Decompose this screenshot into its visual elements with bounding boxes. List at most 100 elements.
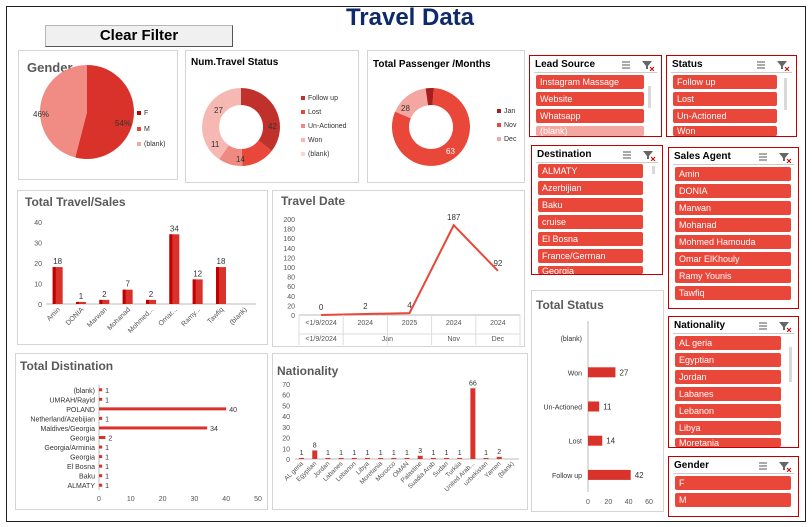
- destination-bar[interactable]: [99, 455, 103, 459]
- status-bar[interactable]: [588, 401, 600, 412]
- nationality-bar[interactable]: [457, 457, 463, 459]
- slicer-item[interactable]: France/Gerrnan: [538, 249, 643, 263]
- travel-date-card[interactable]: Travel Date 200 180 160 140 120 100 80 60 40 20 0 0…: [272, 190, 525, 347]
- sales-bar-shade[interactable]: [99, 299, 103, 304]
- slicer-item[interactable]: AL geria: [675, 336, 781, 350]
- nationality-bar[interactable]: [299, 457, 305, 459]
- gender-slicer[interactable]: Gender F M: [668, 456, 799, 517]
- slicer-item[interactable]: Georgia: [538, 266, 643, 274]
- slicer-item[interactable]: M: [675, 493, 791, 507]
- total-status-card[interactable]: Total Status (blank) Won 27 Un-Actioned 11 Lo…: [531, 290, 664, 512]
- sales-bar-shade[interactable]: [192, 279, 196, 304]
- slicer-item[interactable]: Baku: [538, 198, 643, 212]
- passenger-card[interactable]: Total Passenger /Months 63 28 Jan Nov De…: [367, 50, 525, 183]
- slicer-scrollbar[interactable]: [648, 86, 651, 108]
- multi-select-icon[interactable]: [755, 59, 791, 71]
- slicer-item[interactable]: Egyptian: [675, 353, 781, 367]
- legend-swatch-blank: [137, 142, 141, 146]
- slicer-item[interactable]: Labanes: [675, 387, 781, 401]
- slicer-item[interactable]: cruise: [538, 215, 643, 229]
- slicer-item[interactable]: Amin: [675, 167, 791, 181]
- clear-filter-button[interactable]: Clear Filter: [45, 25, 233, 47]
- slicer-item[interactable]: Mohanad: [675, 218, 791, 232]
- sales-bar-shade[interactable]: [52, 267, 56, 304]
- status-bar[interactable]: [588, 367, 616, 378]
- sales-bar-shade[interactable]: [146, 299, 149, 304]
- slicer-item[interactable]: Jordan: [675, 370, 781, 384]
- y-tick-label: 40: [287, 294, 295, 301]
- sales-bar-shade[interactable]: [216, 267, 219, 304]
- sales-bar-shade[interactable]: [122, 289, 126, 304]
- nationality-bar[interactable]: [364, 457, 370, 459]
- multi-select-icon[interactable]: [621, 149, 657, 161]
- slicer-item[interactable]: ALMATY: [538, 164, 643, 178]
- slicer-item[interactable]: Libya: [675, 421, 781, 435]
- destination-bar[interactable]: [99, 407, 227, 411]
- multi-select-icon[interactable]: [757, 320, 793, 332]
- slicer-item[interactable]: (blank): [536, 126, 644, 136]
- slicer-item[interactable]: Whatsapp: [536, 109, 644, 123]
- destination-slicer[interactable]: Destination ALMATY Azerbijian Baku cruis…: [531, 145, 663, 275]
- slicer-scrollbar[interactable]: [652, 166, 655, 174]
- slicer-scrollbar[interactable]: [784, 78, 787, 110]
- destination-bar[interactable]: [99, 388, 103, 392]
- sales-bar-shade[interactable]: [76, 301, 79, 304]
- slicer-item[interactable]: El Bosna: [538, 232, 643, 246]
- travel-status-card[interactable]: Num.Travel Status 42 14 11 27 Follow up …: [185, 50, 359, 183]
- destination-bar[interactable]: [99, 436, 106, 439]
- slicer-item[interactable]: Mohmed Hamouda: [675, 235, 791, 249]
- destination-chart-card[interactable]: Total Distination (blank) 1 UMRAH/Rayid 1 PO…: [15, 353, 268, 510]
- nationality-bar[interactable]: [391, 457, 397, 459]
- slicer-item[interactable]: Ramy Younis: [675, 269, 791, 283]
- slicer-item[interactable]: Omar ElKhouly: [675, 252, 791, 266]
- nationality-bar[interactable]: [351, 457, 357, 459]
- multi-select-icon[interactable]: [757, 151, 793, 163]
- slicer-item[interactable]: Azerbijian: [538, 181, 643, 195]
- destination-bar[interactable]: [99, 416, 103, 420]
- nationality-bar[interactable]: [483, 457, 489, 459]
- status-bar[interactable]: [588, 435, 603, 446]
- slicer-item[interactable]: F: [675, 476, 791, 490]
- destination-bar[interactable]: [99, 426, 208, 430]
- donut-slice-follow-up[interactable]: [241, 88, 280, 151]
- nationality-chart-card[interactable]: Nationality 70 60 50 40 30 20 10 0 1 AL geria 8 Egy…: [272, 353, 528, 510]
- nationality-bar[interactable]: [312, 450, 318, 459]
- slicer-scrollbar[interactable]: [789, 347, 792, 382]
- gender-chart-card[interactable]: Gender 54% 46% F M (blank): [18, 50, 178, 180]
- nationality-bar[interactable]: [496, 456, 502, 459]
- slicer-item[interactable]: Instagram Massage: [536, 75, 644, 89]
- slicer-item[interactable]: Follow up: [673, 75, 777, 89]
- nationality-bar[interactable]: [325, 457, 331, 459]
- destination-bar[interactable]: [99, 464, 103, 468]
- slicer-item[interactable]: Won: [673, 126, 777, 136]
- nationality-bar[interactable]: [404, 457, 410, 459]
- multi-select-icon[interactable]: [757, 460, 793, 472]
- lead-source-slicer[interactable]: Lead Source Instagram Massage Website Wh…: [529, 55, 662, 137]
- slicer-item[interactable]: DONIA: [675, 184, 791, 198]
- slicer-item[interactable]: Un-Actioned: [673, 109, 777, 123]
- slicer-item[interactable]: Moretania: [675, 438, 781, 447]
- slicer-item[interactable]: Tawfiq: [675, 286, 791, 300]
- nationality-bar[interactable]: [338, 457, 344, 459]
- destination-bar[interactable]: [99, 397, 103, 401]
- sales-bar-shade[interactable]: [169, 234, 173, 304]
- status-slicer[interactable]: Status Follow up Lost Un-Actioned Won: [666, 55, 797, 137]
- nationality-slicer[interactable]: Nationality AL geria Egyptian Jordan Lab…: [668, 316, 799, 448]
- nationality-bar[interactable]: [378, 457, 384, 459]
- destination-bar[interactable]: [99, 474, 103, 478]
- slicer-item[interactable]: Marwan: [675, 201, 791, 215]
- slicer-item[interactable]: Website: [536, 92, 644, 106]
- nationality-bar[interactable]: [470, 388, 476, 459]
- nationality-bar[interactable]: [430, 457, 436, 459]
- nationality-bar[interactable]: [417, 455, 423, 459]
- status-bar[interactable]: [588, 469, 631, 480]
- slicer-divider: [534, 72, 657, 73]
- destination-bar[interactable]: [99, 445, 103, 449]
- destination-bar[interactable]: [99, 483, 103, 487]
- sales-agent-slicer[interactable]: Sales Agent Amin DONIA Marwan Mohanad Mo…: [668, 147, 799, 309]
- nationality-bar[interactable]: [444, 457, 450, 459]
- travel-sales-card[interactable]: Total Travel/Sales 40 30 20 10 0 18 Amin 1 DONIA…: [17, 190, 268, 345]
- multi-select-icon[interactable]: [620, 59, 656, 71]
- slicer-item[interactable]: Lost: [673, 92, 777, 106]
- slicer-item[interactable]: Lebanon: [675, 404, 781, 418]
